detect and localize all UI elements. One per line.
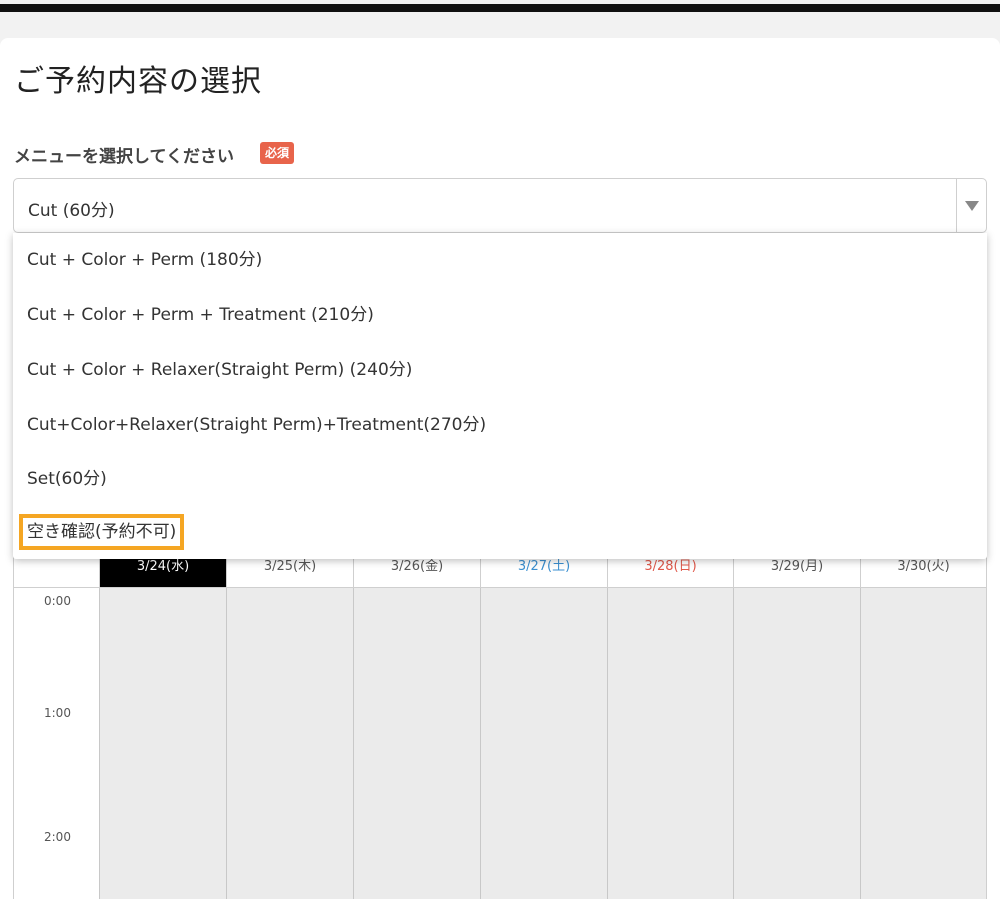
menu-option-label: Set(60分)	[27, 469, 107, 489]
menu-option-availability-check[interactable]: 空き確認(予約不可)	[13, 505, 987, 560]
day-column[interactable]	[226, 588, 353, 899]
time-column: 0:00 1:00 2:00	[14, 588, 99, 899]
page-title: ご予約内容の選択	[14, 64, 262, 99]
day-column[interactable]	[353, 588, 480, 899]
menu-option[interactable]: Cut + Color + Perm (180分)	[13, 233, 987, 288]
day-column[interactable]	[860, 588, 986, 899]
select-arrow-area[interactable]	[956, 179, 986, 232]
menu-option[interactable]: Cut + Color + Relaxer(Straight Perm) (24…	[13, 343, 987, 398]
menu-option-label: Cut + Color + Relaxer(Straight Perm) (24…	[27, 360, 413, 380]
menu-select-value: Cut (60分)	[28, 201, 115, 221]
time-label: 2:00	[44, 830, 71, 844]
time-label: 1:00	[44, 706, 71, 720]
menu-option-label: Cut+Color+Relaxer(Straight Perm)+Treatme…	[27, 415, 487, 435]
required-badge: 必須	[260, 142, 295, 164]
menu-option[interactable]: Set(60分)	[13, 452, 987, 507]
triangle-down-icon	[965, 201, 979, 211]
time-label: 0:00	[44, 594, 71, 608]
menu-select[interactable]: Cut (60分)	[13, 178, 987, 233]
day-column[interactable]	[480, 588, 607, 899]
menu-option[interactable]: Cut + Color + Perm + Treatment (210分)	[13, 288, 987, 343]
menu-option-label: Cut + Color + Perm (180分)	[27, 250, 263, 270]
menu-select-label: メニューを選択してください	[14, 147, 234, 167]
schedule-calendar: 3/24(水) 3/25(木) 3/26(金) 3/27(土) 3/28(日) …	[13, 540, 987, 899]
day-column[interactable]	[99, 588, 226, 899]
top-bar	[0, 4, 1000, 12]
menu-options-list: Cut + Color + Perm (180分) Cut + Color + …	[13, 233, 987, 559]
day-column[interactable]	[733, 588, 860, 899]
menu-option[interactable]: Cut+Color+Relaxer(Straight Perm)+Treatme…	[13, 398, 987, 453]
menu-option-label: 空き確認(予約不可)	[18, 514, 185, 550]
day-column[interactable]	[607, 588, 733, 899]
menu-option-label: Cut + Color + Perm + Treatment (210分)	[27, 305, 374, 325]
